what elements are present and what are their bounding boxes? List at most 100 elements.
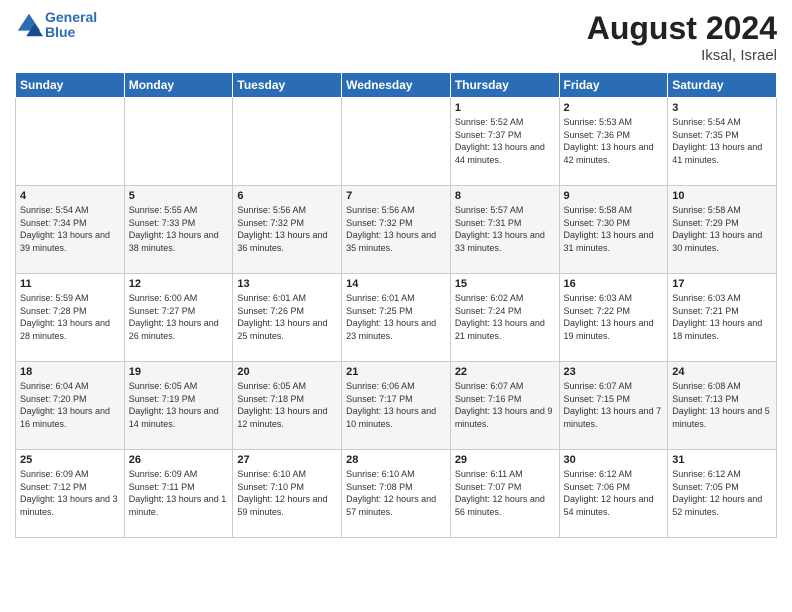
day-number: 25 [20, 454, 120, 466]
day-header-wednesday: Wednesday [342, 73, 451, 98]
day-info: Sunrise: 6:00 AMSunset: 7:27 PMDaylight:… [129, 292, 229, 342]
calendar-cell: 1 Sunrise: 5:52 AMSunset: 7:37 PMDaylight… [450, 98, 559, 186]
day-info: Sunrise: 6:07 AMSunset: 7:16 PMDaylight:… [455, 380, 555, 430]
calendar-cell: 18 Sunrise: 6:04 AMSunset: 7:20 PMDayligh… [16, 362, 125, 450]
day-info: Sunrise: 5:56 AMSunset: 7:32 PMDaylight:… [346, 204, 446, 254]
day-info: Sunrise: 6:12 AMSunset: 7:05 PMDaylight:… [672, 468, 772, 518]
calendar-cell: 13Sunrise: 6:01 AMSunset: 7:26 PMDayligh… [233, 274, 342, 362]
day-info: Sunrise: 5:57 AMSunset: 7:31 PMDaylight:… [455, 204, 555, 254]
calendar-cell: 26Sunrise: 6:09 AMSunset: 7:11 PMDayligh… [124, 450, 233, 538]
day-number: 3 [672, 102, 772, 114]
day-number: 10 [672, 190, 772, 202]
title-block: August 2024 Iksal, Israel [587, 10, 777, 64]
calendar-cell [124, 98, 233, 186]
logo: General Blue [15, 10, 97, 41]
day-info: Sunrise: 6:03 AMSunset: 7:22 PMDaylight:… [564, 292, 664, 342]
day-info: Sunrise: 6:07 AMSunset: 7:15 PMDaylight:… [564, 380, 664, 430]
day-info: Sunrise: 6:12 AMSunset: 7:06 PMDaylight:… [564, 468, 664, 518]
logo-icon [15, 11, 43, 39]
calendar-cell: 25 Sunrise: 6:09 AMSunset: 7:12 PMDayligh… [16, 450, 125, 538]
day-number: 9 [564, 190, 664, 202]
day-number: 13 [237, 278, 337, 290]
day-header-thursday: Thursday [450, 73, 559, 98]
location: Iksal, Israel [587, 47, 777, 64]
day-info: Sunrise: 5:59 AMSunset: 7:28 PMDaylight:… [20, 292, 120, 342]
day-number: 5 [129, 190, 229, 202]
day-info: Sunrise: 6:09 AMSunset: 7:12 PMDaylight:… [20, 468, 120, 518]
day-header-saturday: Saturday [668, 73, 777, 98]
calendar-cell: 16 Sunrise: 6:03 AMSunset: 7:22 PMDayligh… [559, 274, 668, 362]
day-info: Sunrise: 6:01 AMSunset: 7:25 PMDaylight:… [346, 292, 446, 342]
day-info: Sunrise: 6:11 AMSunset: 7:07 PMDaylight:… [455, 468, 555, 518]
day-number: 30 [564, 454, 664, 466]
page-header: General Blue August 2024 Iksal, Israel [15, 10, 777, 64]
logo-blue: Blue [45, 24, 75, 40]
logo-general: General [45, 9, 97, 25]
day-info: Sunrise: 5:54 AMSunset: 7:34 PMDaylight:… [20, 204, 120, 254]
calendar-cell: 21 Sunrise: 6:06 AMSunset: 7:17 PMDayligh… [342, 362, 451, 450]
calendar-cell: 14 Sunrise: 6:01 AMSunset: 7:25 PMDayligh… [342, 274, 451, 362]
calendar-cell: 17 Sunrise: 6:03 AMSunset: 7:21 PMDayligh… [668, 274, 777, 362]
day-info: Sunrise: 6:02 AMSunset: 7:24 PMDaylight:… [455, 292, 555, 342]
day-number: 11 [20, 278, 120, 290]
calendar-cell: 7 Sunrise: 5:56 AMSunset: 7:32 PMDaylight… [342, 186, 451, 274]
day-number: 20 [237, 366, 337, 378]
calendar-cell: 23 Sunrise: 6:07 AMSunset: 7:15 PMDayligh… [559, 362, 668, 450]
day-number: 7 [346, 190, 446, 202]
calendar-cell: 12Sunrise: 6:00 AMSunset: 7:27 PMDayligh… [124, 274, 233, 362]
day-info: Sunrise: 6:05 AMSunset: 7:18 PMDaylight:… [237, 380, 337, 430]
calendar-cell: 9 Sunrise: 5:58 AMSunset: 7:30 PMDaylight… [559, 186, 668, 274]
header-row: SundayMondayTuesdayWednesdayThursdayFrid… [16, 73, 777, 98]
day-info: Sunrise: 5:53 AMSunset: 7:36 PMDaylight:… [564, 116, 664, 166]
day-info: Sunrise: 6:10 AMSunset: 7:10 PMDaylight:… [237, 468, 337, 518]
calendar-cell: 15 Sunrise: 6:02 AMSunset: 7:24 PMDayligh… [450, 274, 559, 362]
day-number: 15 [455, 278, 555, 290]
calendar-cell: 11 Sunrise: 5:59 AMSunset: 7:28 PMDayligh… [16, 274, 125, 362]
day-number: 27 [237, 454, 337, 466]
calendar-table: SundayMondayTuesdayWednesdayThursdayFrid… [15, 72, 777, 538]
day-number: 14 [346, 278, 446, 290]
calendar-cell: 27 Sunrise: 6:10 AMSunset: 7:10 PMDayligh… [233, 450, 342, 538]
day-info: Sunrise: 6:03 AMSunset: 7:21 PMDaylight:… [672, 292, 772, 342]
day-header-sunday: Sunday [16, 73, 125, 98]
calendar-cell: 28Sunrise: 6:10 AMSunset: 7:08 PMDayligh… [342, 450, 451, 538]
day-number: 18 [20, 366, 120, 378]
calendar-cell: 31Sunrise: 6:12 AMSunset: 7:05 PMDayligh… [668, 450, 777, 538]
calendar-cell: 3Sunrise: 5:54 AMSunset: 7:35 PMDaylight… [668, 98, 777, 186]
day-number: 23 [564, 366, 664, 378]
day-info: Sunrise: 5:52 AMSunset: 7:37 PMDaylight:… [455, 116, 555, 166]
week-row-4: 18 Sunrise: 6:04 AMSunset: 7:20 PMDayligh… [16, 362, 777, 450]
day-number: 24 [672, 366, 772, 378]
calendar-cell: 10 Sunrise: 5:58 AMSunset: 7:29 PMDayligh… [668, 186, 777, 274]
calendar-cell: 4Sunrise: 5:54 AMSunset: 7:34 PMDaylight… [16, 186, 125, 274]
day-number: 17 [672, 278, 772, 290]
day-info: Sunrise: 5:58 AMSunset: 7:30 PMDaylight:… [564, 204, 664, 254]
calendar-cell: 22 Sunrise: 6:07 AMSunset: 7:16 PMDayligh… [450, 362, 559, 450]
day-info: Sunrise: 5:58 AMSunset: 7:29 PMDaylight:… [672, 204, 772, 254]
calendar-cell [16, 98, 125, 186]
day-number: 16 [564, 278, 664, 290]
calendar-cell: 20 Sunrise: 6:05 AMSunset: 7:18 PMDayligh… [233, 362, 342, 450]
day-info: Sunrise: 6:06 AMSunset: 7:17 PMDaylight:… [346, 380, 446, 430]
day-number: 1 [455, 102, 555, 114]
day-number: 22 [455, 366, 555, 378]
calendar-cell: 8Sunrise: 5:57 AMSunset: 7:31 PMDaylight… [450, 186, 559, 274]
week-row-3: 11 Sunrise: 5:59 AMSunset: 7:28 PMDayligh… [16, 274, 777, 362]
day-number: 6 [237, 190, 337, 202]
day-info: Sunrise: 5:56 AMSunset: 7:32 PMDaylight:… [237, 204, 337, 254]
calendar-cell: 24 Sunrise: 6:08 AMSunset: 7:13 PMDayligh… [668, 362, 777, 450]
day-info: Sunrise: 6:04 AMSunset: 7:20 PMDaylight:… [20, 380, 120, 430]
day-info: Sunrise: 5:55 AMSunset: 7:33 PMDaylight:… [129, 204, 229, 254]
day-info: Sunrise: 6:08 AMSunset: 7:13 PMDaylight:… [672, 380, 772, 430]
day-number: 2 [564, 102, 664, 114]
day-number: 26 [129, 454, 229, 466]
calendar-cell: 29Sunrise: 6:11 AMSunset: 7:07 PMDayligh… [450, 450, 559, 538]
calendar-cell: 19Sunrise: 6:05 AMSunset: 7:19 PMDayligh… [124, 362, 233, 450]
calendar-cell: 30 Sunrise: 6:12 AMSunset: 7:06 PMDayligh… [559, 450, 668, 538]
day-header-friday: Friday [559, 73, 668, 98]
week-row-5: 25 Sunrise: 6:09 AMSunset: 7:12 PMDayligh… [16, 450, 777, 538]
day-number: 21 [346, 366, 446, 378]
calendar-cell: 6 Sunrise: 5:56 AMSunset: 7:32 PMDaylight… [233, 186, 342, 274]
day-header-tuesday: Tuesday [233, 73, 342, 98]
month-year: August 2024 [587, 10, 777, 47]
